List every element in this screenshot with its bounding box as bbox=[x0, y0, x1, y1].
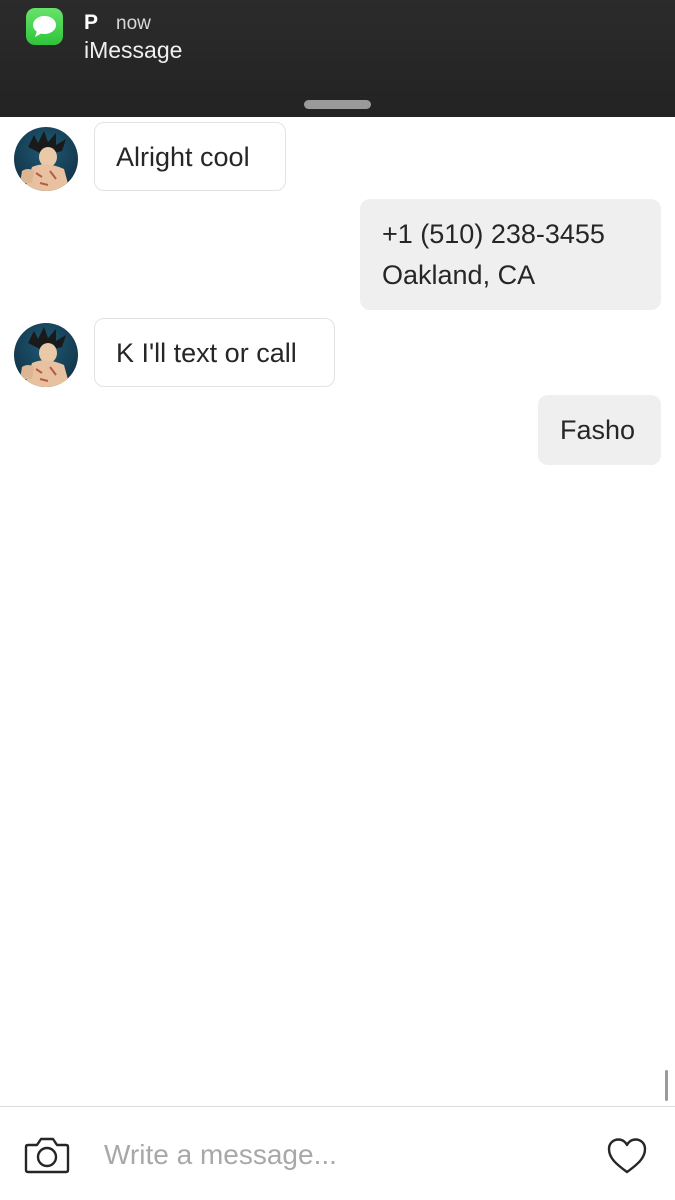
camera-button[interactable] bbox=[24, 1135, 70, 1175]
notification-time: now bbox=[116, 13, 151, 34]
notification-sender: P bbox=[84, 11, 99, 34]
like-button[interactable] bbox=[606, 1137, 648, 1175]
messages-app-icon bbox=[26, 8, 63, 45]
message-bubble-outgoing[interactable]: +1 (510) 238-3455 Oakland, CA bbox=[360, 199, 661, 310]
message-input[interactable] bbox=[104, 1133, 574, 1177]
message-composer bbox=[0, 1106, 675, 1200]
message-bubble-outgoing[interactable]: Fasho bbox=[538, 395, 661, 465]
notification-drag-handle[interactable] bbox=[304, 100, 371, 109]
message-text-line: +1 (510) 238-3455 bbox=[382, 218, 605, 249]
notification-message: iMessage bbox=[84, 37, 183, 63]
heart-icon bbox=[607, 1138, 647, 1174]
message-text: K I'll text or call bbox=[116, 337, 297, 368]
contact-avatar[interactable] bbox=[14, 127, 78, 191]
message-text: Alright cool bbox=[116, 141, 250, 172]
contact-avatar[interactable] bbox=[14, 323, 78, 387]
message-bubble-incoming[interactable]: Alright cool bbox=[94, 122, 286, 191]
message-text: Fasho bbox=[560, 414, 636, 445]
scroll-indicator[interactable] bbox=[665, 1070, 668, 1101]
message-bubble-incoming[interactable]: K I'll text or call bbox=[94, 318, 335, 387]
notification-banner[interactable]: P now iMessage bbox=[0, 0, 675, 117]
camera-icon bbox=[24, 1137, 70, 1174]
direct-message-screen: P now iMessage Alright cool +1 (510) 238… bbox=[0, 0, 675, 1200]
message-text-line: Oakland, CA bbox=[382, 259, 536, 290]
